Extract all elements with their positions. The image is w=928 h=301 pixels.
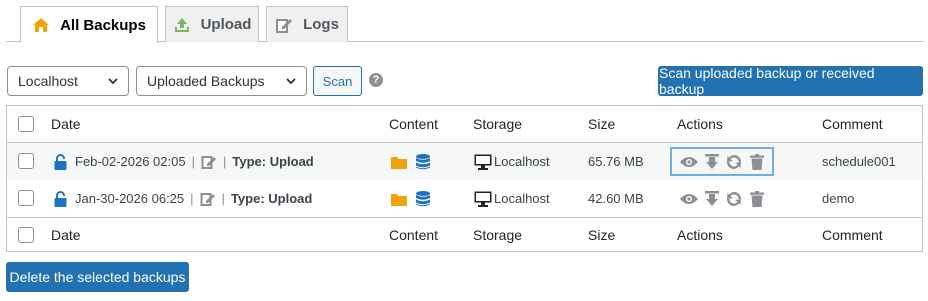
- table-footer: Date Content Storage Size Actions Commen…: [7, 217, 922, 251]
- tab-label: All Backups: [60, 16, 146, 34]
- backup-date: Feb-02-2026 02:05: [75, 154, 186, 169]
- divider: |: [222, 154, 227, 169]
- row-checkbox[interactable]: [18, 153, 34, 169]
- divider: |: [221, 191, 225, 206]
- trash-icon[interactable]: [748, 180, 766, 217]
- storage-label: Localhost: [494, 191, 550, 206]
- size-cell: 65.76 MB: [588, 154, 644, 169]
- edit-icon: [276, 18, 293, 33]
- size-cell: 42.60 MB: [588, 191, 644, 206]
- comment-cell: demo: [822, 191, 855, 206]
- backups-table: Date Content Storage Size Actions Commen…: [6, 105, 923, 252]
- scan-button[interactable]: Scan: [313, 66, 362, 96]
- monitor-icon: [474, 154, 492, 170]
- scan-uploaded-backup-button[interactable]: Scan uploaded backup or received backup: [658, 65, 923, 97]
- restore-icon[interactable]: [724, 180, 744, 217]
- storage-cell: Localhost: [474, 180, 550, 217]
- tab-logs[interactable]: Logs: [266, 6, 348, 42]
- column-header-actions: Actions: [677, 116, 723, 132]
- database-icon: [416, 190, 430, 206]
- backup-date: Jan-30-2026 06:25: [75, 191, 185, 206]
- backup-type-select-value: Uploaded Backups: [147, 73, 265, 89]
- lock-icon[interactable]: [54, 190, 67, 207]
- monitor-icon: [474, 191, 492, 207]
- row-checkbox[interactable]: [18, 190, 34, 206]
- location-select-value: Localhost: [18, 73, 78, 89]
- help-icon[interactable]: ?: [369, 73, 383, 87]
- table-row: Feb-02-2026 02:05 | | Type: Upload Local…: [7, 143, 922, 180]
- delete-selected-backups-button[interactable]: Delete the selected backups: [6, 262, 189, 292]
- date-cell: Feb-02-2026 02:05 | | Type: Upload: [54, 143, 314, 180]
- edit-comment-icon[interactable]: [200, 191, 216, 207]
- backup-type-select[interactable]: Uploaded Backups: [136, 66, 307, 96]
- tab-upload[interactable]: Upload: [165, 6, 259, 42]
- tab-label: Upload: [200, 16, 252, 33]
- lock-icon[interactable]: [54, 153, 67, 170]
- column-footer-comment: Comment: [822, 226, 883, 243]
- content-cell: [391, 143, 430, 180]
- column-footer-actions: Actions: [677, 226, 723, 243]
- chevron-down-icon: [286, 78, 296, 85]
- column-footer-content: Content: [389, 226, 439, 243]
- column-header-storage: Storage: [473, 116, 523, 132]
- tab-all-backups[interactable]: All Backups: [20, 6, 158, 43]
- storage-label: Localhost: [494, 154, 550, 169]
- folder-icon: [391, 193, 407, 206]
- upload-icon: [174, 17, 189, 32]
- backup-type: Type: Upload: [230, 191, 313, 206]
- column-footer-storage: Storage: [473, 226, 523, 243]
- home-icon: [33, 18, 50, 32]
- chevron-down-icon: [108, 78, 118, 85]
- location-select[interactable]: Localhost: [7, 66, 129, 96]
- folder-icon: [391, 156, 407, 169]
- column-footer-date: Date: [51, 226, 81, 243]
- content-cell: [391, 180, 430, 217]
- divider: |: [190, 191, 194, 206]
- table-header: Date Content Storage Size Actions Commen…: [7, 106, 922, 143]
- storage-cell: Localhost: [474, 143, 550, 180]
- column-footer-size: Size: [588, 226, 616, 243]
- backup-tabs: All Backups Upload Logs: [6, 0, 924, 43]
- comment-cell: schedule001: [822, 154, 896, 169]
- tab-label: Logs: [303, 16, 339, 33]
- download-icon[interactable]: [703, 143, 721, 180]
- column-header-date: Date: [51, 116, 81, 132]
- download-icon[interactable]: [703, 180, 721, 217]
- backup-type: Type: Upload: [232, 154, 314, 169]
- trash-icon[interactable]: [748, 143, 766, 180]
- view-icon[interactable]: [679, 180, 699, 217]
- date-cell: Jan-30-2026 06:25 | | Type: Upload: [54, 180, 312, 217]
- select-all-checkbox[interactable]: [18, 116, 34, 132]
- column-header-size: Size: [588, 116, 616, 132]
- view-icon[interactable]: [679, 143, 699, 180]
- divider: |: [191, 154, 195, 169]
- restore-icon[interactable]: [724, 143, 744, 180]
- column-header-comment: Comment: [822, 116, 883, 132]
- select-all-checkbox-footer[interactable]: [18, 227, 34, 243]
- table-row: Jan-30-2026 06:25 | | Type: Upload Local…: [7, 180, 922, 217]
- column-header-content: Content: [389, 116, 439, 132]
- database-icon: [416, 153, 430, 169]
- edit-comment-icon[interactable]: [201, 154, 217, 170]
